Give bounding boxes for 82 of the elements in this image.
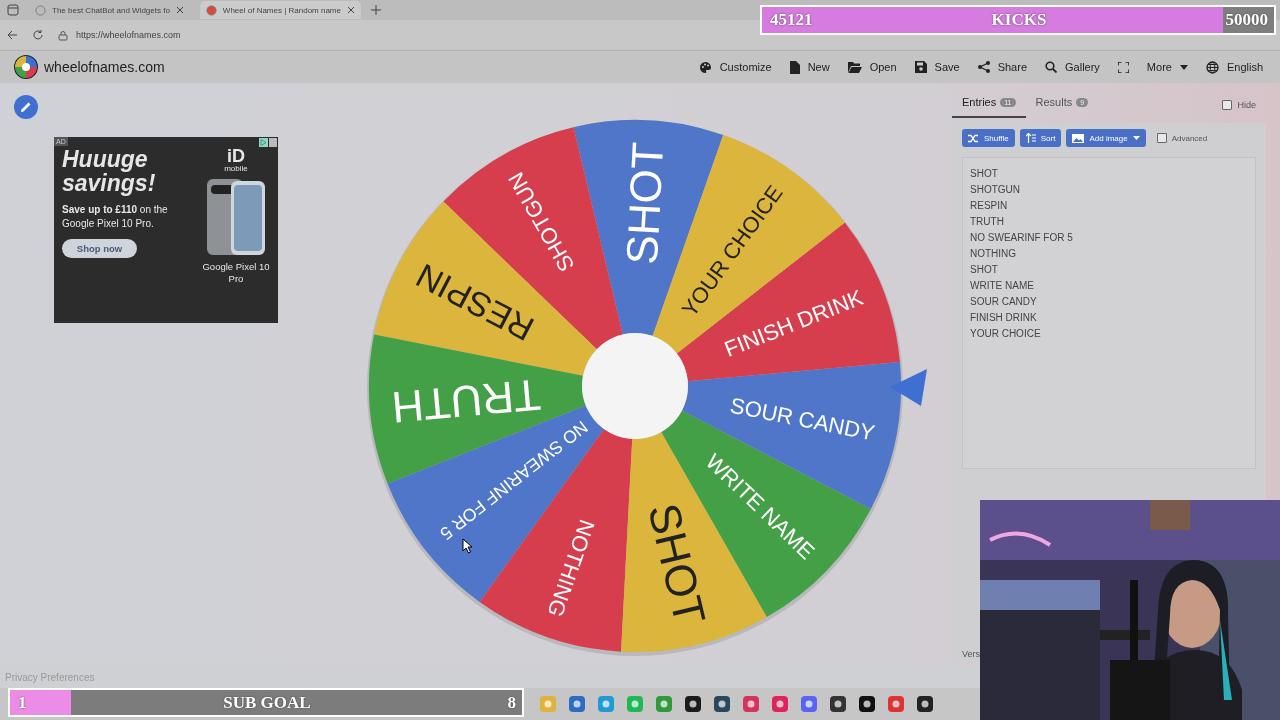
pointer-icon (890, 369, 927, 406)
shuffle-icon (968, 133, 979, 143)
browser-tab[interactable]: The best ChatBot and Widgets fo (29, 1, 190, 19)
back-icon[interactable] (6, 29, 18, 41)
menu-button[interactable]: English (1202, 58, 1266, 76)
menu-button[interactable]: Gallery (1042, 58, 1103, 76)
app-icon[interactable] (685, 696, 701, 712)
menu-button[interactable]: Open (844, 58, 900, 76)
entries-field[interactable]: SHOT SHOTGUN RESPIN TRUTH NO SWEARINF FOR 5 NOTHING SHOT WRITE NAME SOUR CANDY FINISH DRINK YOUR CHOICE (962, 157, 1256, 469)
goal-target: 8 (507, 692, 516, 713)
menu-button[interactable]: More (1143, 58, 1191, 76)
fullscreen-icon (1117, 61, 1129, 73)
shop-now-button[interactable]: Shop now (62, 239, 137, 258)
browser-tab[interactable]: Wheel of Names | Random name (199, 1, 361, 19)
ad-choices-icon[interactable] (259, 138, 277, 147)
entry-line: WRITE NAME (970, 279, 1035, 293)
caret-icon (1179, 64, 1188, 70)
menu-button[interactable]: New (786, 58, 833, 76)
close-icon[interactable] (175, 6, 184, 14)
checkbox-label: Advanced (1171, 133, 1208, 143)
goal-target: 50000 (1225, 10, 1268, 30)
toolbar-button[interactable]: Shuffle (962, 129, 1015, 147)
ad-copy: Save up to £110 on the Google Pixel 10 Pro. (62, 203, 169, 231)
entry-line: SHOT (970, 263, 999, 277)
pencil-icon (20, 101, 32, 113)
app-icon[interactable] (830, 696, 846, 712)
image-icon (1072, 133, 1085, 143)
sort-icon (1025, 133, 1036, 143)
search-icon (1045, 61, 1057, 73)
brand-subtitle: mobile (224, 165, 248, 173)
cursor-icon (462, 538, 474, 554)
app-icon[interactable] (859, 696, 875, 712)
palette-icon (698, 60, 712, 74)
entry-line: SOUR CANDY (970, 295, 1038, 309)
goal-current: 1 (18, 692, 27, 713)
goal-title: KICKS (991, 10, 1047, 30)
entry-line: YOUR CHOICE (970, 327, 1042, 341)
logo-icon[interactable] (14, 55, 38, 79)
new-tab-icon[interactable] (371, 5, 381, 15)
checkbox-label: Hide (1237, 100, 1256, 110)
goal-current: 45121 (770, 10, 813, 30)
checkbox[interactable] (1222, 100, 1233, 110)
toolbar-button[interactable]: Sort (1019, 129, 1062, 147)
wheel-label: SOUR CANDY (728, 392, 877, 446)
wheel-label: SHOT (616, 141, 673, 266)
ad-headline: Huuuge savings! (62, 147, 157, 195)
entry-line: SHOTGUN (970, 183, 1021, 197)
checkbox[interactable] (1156, 133, 1167, 143)
share-icon (977, 61, 990, 73)
app-icon[interactable] (714, 696, 730, 712)
site-name[interactable]: wheelofnames.com (44, 59, 165, 75)
edit-button[interactable] (14, 95, 38, 119)
close-icon[interactable] (347, 6, 355, 14)
tab-title: The best ChatBot and Widgets fo (52, 5, 170, 15)
ad-caption: Google Pixel 10 Pro (201, 261, 271, 285)
goal-title: SUB GOAL (223, 692, 311, 713)
caret-icon (1132, 136, 1140, 140)
wheel-label: TRUTH (389, 370, 543, 433)
entry-line: SHOT (970, 167, 999, 181)
floppy-icon (914, 61, 927, 73)
entry-line: NO SWEARINF FOR 5 (970, 231, 1074, 245)
brand-logo: iD (227, 147, 245, 165)
menu-button[interactable]: Share (974, 58, 1030, 76)
menu-button[interactable]: Customize (695, 58, 775, 76)
url-text[interactable]: https://wheelofnames.com (76, 30, 181, 40)
reload-icon[interactable] (32, 29, 44, 41)
entry-line: TRUTH (970, 215, 1005, 229)
app-icon[interactable] (917, 696, 933, 712)
folder-icon (847, 61, 862, 73)
tab-title: Wheel of Names | Random name (222, 5, 341, 15)
entry-line: NOTHING (970, 247, 1018, 261)
toolbar-button[interactable]: Add image (1066, 129, 1146, 147)
entry-line: FINISH DRINK (970, 311, 1038, 325)
entry-line: RESPIN (970, 199, 1009, 213)
wheel-label: SHOT (639, 498, 716, 630)
lock-icon (58, 29, 68, 41)
file-icon (789, 60, 800, 74)
tab-label: Entries (962, 96, 997, 108)
tab-list-icon[interactable] (7, 4, 19, 16)
menu-button[interactable]: Save (911, 58, 963, 76)
version-text: Vers (962, 649, 981, 659)
tab-label: Results (1035, 96, 1073, 108)
